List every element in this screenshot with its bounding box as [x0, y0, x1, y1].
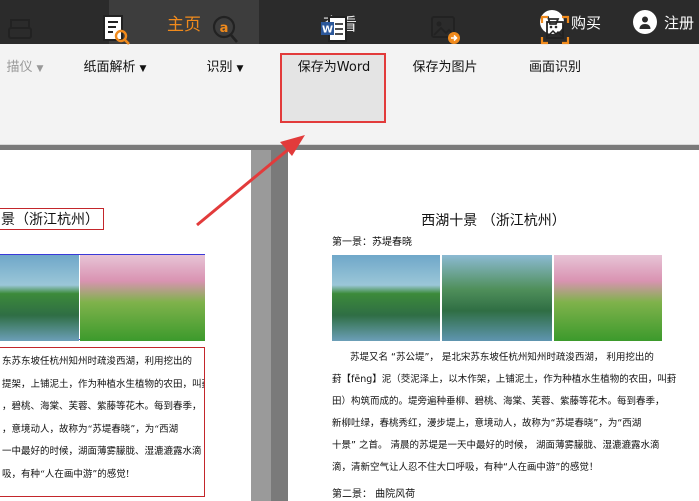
annotation-arrow — [196, 135, 305, 227]
